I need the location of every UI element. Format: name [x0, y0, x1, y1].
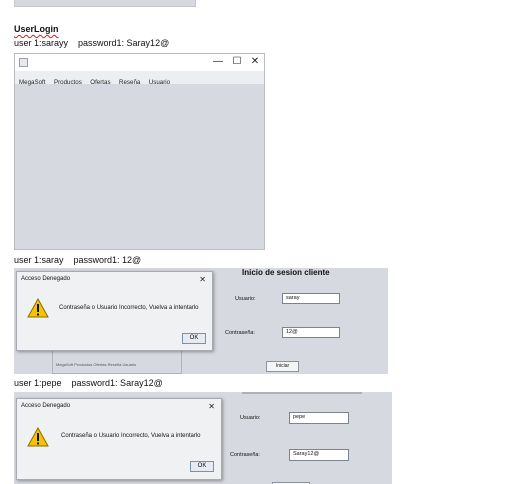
- test-case-1-text: user 1:sarayy password1: Saray12@: [14, 38, 170, 48]
- dialog-title: Acceso Denegado: [21, 403, 71, 409]
- usuario-label: Usuario:: [240, 415, 261, 421]
- document-heading: UserLogin: [14, 24, 59, 34]
- contrasena-input[interactable]: 12@: [282, 327, 340, 338]
- login-title: Inicio de sesion cliente: [242, 268, 330, 277]
- contrasena-label: Contraseña:: [225, 330, 255, 336]
- dialog-message: Contraseña o Usuario Incorrecto, Vuelva …: [61, 433, 201, 439]
- usuario-label: Usuario:: [235, 296, 256, 302]
- usuario-input[interactable]: pepe: [289, 412, 349, 424]
- app-icon: [19, 58, 28, 67]
- warning-icon: [27, 427, 49, 447]
- login-error-screenshot-2: Usuario: pepe Contraseña: Saray12@ Acces…: [14, 392, 392, 484]
- cropped-screenshot-fragment: [14, 0, 196, 7]
- dialog-ok-button[interactable]: OK: [182, 333, 206, 344]
- test-case-2-text: user 1:saray password1: 12@: [14, 255, 142, 265]
- background-window-fragment: MegaSoft Productos Ofertas Reseña Usuari…: [52, 348, 182, 374]
- contrasena-label: Contraseña:: [230, 452, 260, 458]
- warning-icon: [27, 298, 49, 318]
- maximize-button[interactable]: ☐: [229, 55, 245, 69]
- dialog-ok-button[interactable]: OK: [190, 461, 214, 472]
- menu-usuario[interactable]: Usuario: [149, 76, 170, 89]
- access-denied-dialog: Acceso Denegado ✕ Contraseña o Usuario I…: [16, 398, 222, 480]
- dialog-close-icon[interactable]: ✕: [208, 402, 215, 411]
- main-application-window: — ☐ ✕ MegaSoft Productos Ofertas Reseña …: [14, 53, 265, 250]
- window-titlebar: — ☐ ✕: [15, 54, 264, 71]
- dialog-close-icon[interactable]: ✕: [199, 275, 206, 284]
- iniciar-button[interactable]: Iniciar: [266, 361, 299, 372]
- test-case-3-text: user 1:pepe password1: Saray12@: [14, 378, 163, 388]
- menu-ofertas[interactable]: Ofertas: [90, 76, 110, 89]
- close-button[interactable]: ✕: [247, 55, 263, 69]
- background-window-menu: MegaSoft Productos Ofertas Reseña Usuari…: [56, 362, 137, 367]
- menu-resena[interactable]: Reseña: [119, 76, 140, 89]
- dialog-message: Contraseña o Usuario Incorrecto, Vuelva …: [59, 305, 199, 311]
- dialog-title: Acceso Denegado: [21, 276, 71, 282]
- cropped-title-remnant: [242, 392, 362, 394]
- minimize-button[interactable]: —: [210, 55, 226, 69]
- access-denied-dialog: Acceso Denegado ✕ Contraseña o Usuario I…: [16, 271, 213, 351]
- menu-productos[interactable]: Productos: [54, 76, 82, 89]
- login-error-screenshot-1: Inicio de sesion cliente Usuario: saray …: [14, 268, 388, 374]
- menu-bar: MegaSoft Productos Ofertas Reseña Usuari…: [15, 71, 264, 86]
- contrasena-input[interactable]: Saray12@: [289, 449, 349, 461]
- menu-megasoft[interactable]: MegaSoft: [19, 76, 45, 89]
- usuario-input[interactable]: saray: [282, 293, 340, 304]
